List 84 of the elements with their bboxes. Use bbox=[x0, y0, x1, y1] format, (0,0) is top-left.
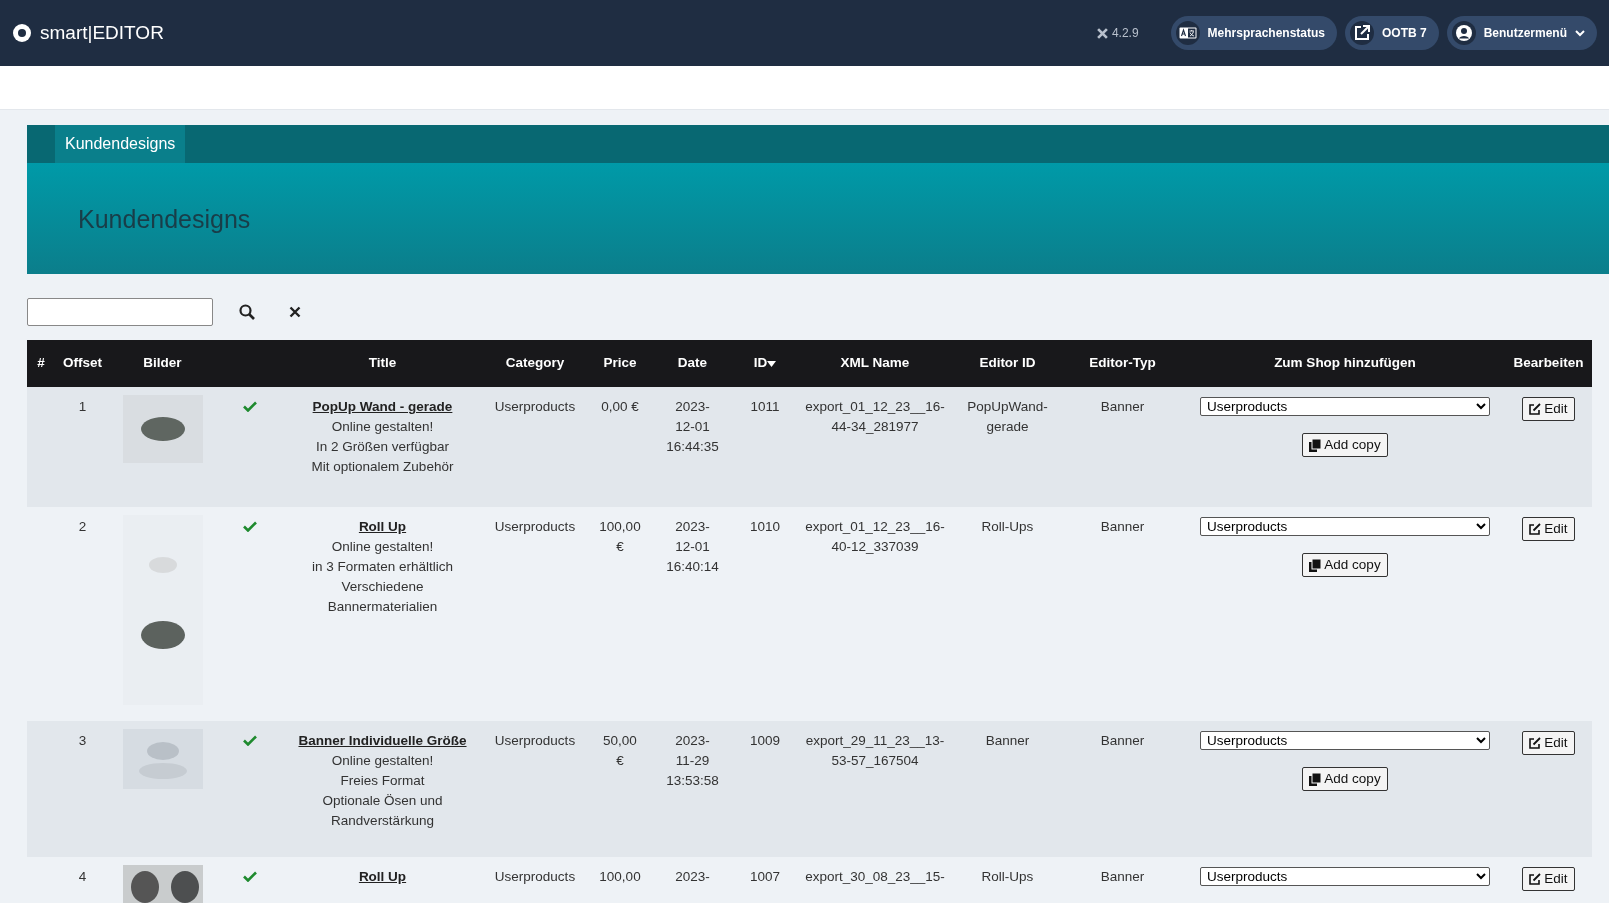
editor-id-cell-text: Banner bbox=[984, 732, 1031, 750]
edit-icon bbox=[1529, 873, 1542, 885]
price-cell-text: 0,00 € bbox=[600, 398, 640, 416]
date-cell-text: 2023- 12-01 16:40:14 bbox=[665, 518, 720, 576]
user-icon bbox=[1451, 21, 1476, 45]
editor-type-cell-text: Banner bbox=[1099, 398, 1146, 416]
date-cell-text: 2023- bbox=[674, 868, 711, 886]
product-description: Online gestalten! in 3 Formaten erhältlich Verschiedene Bannermaterialien bbox=[310, 538, 455, 616]
column-header[interactable]: ID bbox=[735, 340, 795, 387]
column-header[interactable]: Bearbeiten bbox=[1505, 340, 1592, 387]
column-header[interactable]: Offset bbox=[55, 340, 110, 387]
id-cell-text: 1011 bbox=[749, 398, 781, 416]
product-title-link[interactable]: Banner Individuelle Größe bbox=[298, 733, 467, 748]
product-description: Online gestalten! In 2 Größen verfügbar Mit optionalem Zubehör bbox=[310, 418, 455, 476]
column-header[interactable]: XML Name bbox=[795, 340, 955, 387]
search-field[interactable] bbox=[27, 298, 213, 326]
add-copy-button[interactable]: Add copy bbox=[1302, 767, 1388, 791]
navbar-button[interactable]: OOTB 7 bbox=[1345, 16, 1439, 50]
offset-cell-text: 4 bbox=[77, 868, 88, 886]
price-cell-text: 50,00 € bbox=[602, 732, 638, 770]
editor-id-cell-text: PopUpWand- gerade bbox=[966, 398, 1049, 436]
edit-button[interactable]: Edit bbox=[1522, 517, 1575, 541]
column-header[interactable]: # bbox=[27, 340, 55, 387]
editor-type-cell-text: Banner bbox=[1099, 518, 1146, 536]
editor-id-cell-text: Roll-Ups bbox=[980, 868, 1035, 886]
category-cell-text: Userproducts bbox=[493, 518, 577, 536]
edit-button[interactable]: Edit bbox=[1522, 867, 1575, 891]
column-header[interactable]: Zum Shop hinzufügen bbox=[1185, 340, 1505, 387]
product-title-link[interactable]: Roll Up bbox=[358, 869, 407, 884]
translate-icon bbox=[1175, 21, 1200, 45]
tab[interactable]: Kundendesigns bbox=[55, 125, 186, 163]
navbar-button[interactable]: Benutzermenü bbox=[1446, 16, 1597, 50]
category-cell-text: Userproducts bbox=[493, 732, 577, 750]
close-icon bbox=[289, 306, 301, 318]
price-cell-text: 100,00 bbox=[598, 868, 642, 886]
xml-name-cell-text: export_01_12_23__16- 44-34_281977 bbox=[804, 398, 946, 436]
category-cell-text: Userproducts bbox=[493, 868, 577, 886]
column-header[interactable]: Title bbox=[285, 340, 480, 387]
offset-cell-text: 2 bbox=[77, 518, 88, 536]
logo-icon bbox=[12, 23, 32, 43]
price-cell-text: 100,00 € bbox=[598, 518, 642, 556]
copy-icon bbox=[1309, 772, 1322, 786]
add-copy-button[interactable]: Add copy bbox=[1302, 433, 1388, 457]
product-title-link[interactable]: Roll Up bbox=[358, 519, 407, 534]
brand-title[interactable]: smart|EDITOR bbox=[40, 18, 164, 48]
xml-name-cell-text: export_01_12_23__16- 40-12_337039 bbox=[804, 518, 946, 556]
category-cell-text: Userproducts bbox=[493, 398, 577, 416]
date-cell-text: 2023- 11-29 13:53:58 bbox=[665, 732, 720, 790]
page-title: Kundendesigns bbox=[78, 203, 251, 234]
edit-button[interactable]: Edit bbox=[1522, 397, 1575, 421]
copy-icon bbox=[1309, 558, 1322, 572]
navbar-button[interactable]: Mehrsprachenstatus bbox=[1170, 16, 1337, 50]
column-header[interactable]: Price bbox=[590, 340, 650, 387]
offset-cell-text: 3 bbox=[77, 732, 88, 750]
edit-icon bbox=[1529, 403, 1542, 415]
editor-id-cell-text: Roll-Ups bbox=[980, 518, 1035, 536]
column-header[interactable]: Category bbox=[480, 340, 590, 387]
shop-category-select[interactable]: Userproducts bbox=[1200, 397, 1490, 416]
editor-type-cell-text: Banner bbox=[1099, 732, 1146, 750]
xml-name-cell-text: export_29_11_23__13- 53-57_167504 bbox=[804, 732, 946, 770]
column-header[interactable]: Bilder bbox=[110, 340, 215, 387]
id-cell-text: 1007 bbox=[748, 868, 781, 886]
copy-icon bbox=[1309, 438, 1322, 452]
shop-category-select[interactable]: Userproducts bbox=[1200, 731, 1490, 750]
search-icon bbox=[239, 304, 255, 320]
column-header[interactable]: Editor-Typ bbox=[1060, 340, 1185, 387]
product-title-link[interactable]: PopUp Wand - gerade bbox=[312, 399, 453, 414]
edit-icon bbox=[1529, 737, 1542, 749]
shop-category-select[interactable]: Userproducts bbox=[1200, 867, 1490, 886]
add-copy-button[interactable]: Add copy bbox=[1302, 553, 1388, 577]
xml-name-cell-text: export_30_08_23__15- bbox=[804, 868, 946, 886]
edit-icon bbox=[1529, 523, 1542, 535]
version-label: 4.2.9 bbox=[1111, 25, 1139, 42]
column-header[interactable]: Date bbox=[650, 340, 735, 387]
offset-cell-text: 1 bbox=[77, 398, 88, 416]
editor-type-cell-text: Banner bbox=[1099, 868, 1146, 886]
shop-category-select[interactable]: Userproducts bbox=[1200, 517, 1490, 536]
column-header[interactable]: Editor ID bbox=[955, 340, 1060, 387]
id-cell-text: 1009 bbox=[748, 732, 781, 750]
id-cell-text: 1010 bbox=[748, 518, 781, 536]
edit-button[interactable]: Edit bbox=[1522, 731, 1575, 755]
external-link-icon bbox=[1350, 21, 1374, 45]
product-description: Online gestalten! Freies Format Optionale Ösen und Randverstärkung bbox=[321, 752, 444, 830]
date-cell-text: 2023- 12-01 16:44:35 bbox=[665, 398, 720, 456]
